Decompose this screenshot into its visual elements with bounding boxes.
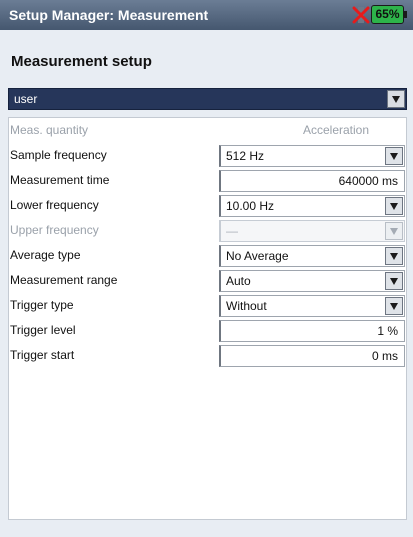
- chevron-down-icon: [390, 228, 398, 235]
- meas-quantity-row: Meas. quantity Acceleration: [9, 118, 406, 143]
- measurement-time-label: Measurement time: [10, 173, 110, 187]
- upper-frequency-dropdown-button: [385, 222, 403, 240]
- trigger-type-label: Trigger type: [10, 298, 74, 312]
- lower-frequency-value: 10.00 Hz: [226, 199, 275, 213]
- profile-dropdown[interactable]: user: [8, 88, 407, 110]
- sample-frequency-row: Sample frequency 512 Hz: [9, 143, 406, 168]
- sample-frequency-value: 512 Hz: [226, 149, 265, 163]
- measurement-range-label: Measurement range: [10, 273, 118, 287]
- title-bar: Setup Manager: Measurement 65%: [0, 0, 413, 30]
- lower-frequency-label: Lower frequency: [10, 198, 99, 212]
- trigger-type-dropdown[interactable]: Without: [219, 295, 405, 317]
- chevron-down-icon: [390, 278, 398, 285]
- trigger-type-value: Without: [226, 299, 267, 313]
- measurement-time-input[interactable]: 640000 ms: [219, 170, 405, 192]
- chevron-down-icon: [390, 203, 398, 210]
- measurement-range-dropdown[interactable]: Auto: [219, 270, 405, 292]
- page-heading: Measurement setup: [11, 53, 152, 70]
- profile-dropdown-button[interactable]: [387, 90, 405, 108]
- average-type-value: No Average: [226, 249, 289, 263]
- measurement-setup-screen: Setup Manager: Measurement 65% Measureme…: [0, 0, 413, 537]
- measurement-time-value: 640000 ms: [338, 174, 398, 188]
- upper-frequency-value: —: [226, 224, 238, 238]
- sample-frequency-label: Sample frequency: [10, 148, 107, 162]
- upper-frequency-label: Upper frequency: [10, 223, 99, 237]
- trigger-start-value: 0 ms: [371, 349, 398, 363]
- lower-frequency-dropdown[interactable]: 10.00 Hz: [219, 195, 405, 217]
- lower-frequency-row: Lower frequency 10.00 Hz: [9, 193, 406, 218]
- profile-selected-label: user: [14, 92, 38, 106]
- power-warning-icon: [352, 6, 370, 24]
- measurement-range-row: Measurement range Auto: [9, 268, 406, 293]
- sample-frequency-dropdown[interactable]: 512 Hz: [219, 145, 405, 167]
- upper-frequency-dropdown: —: [219, 220, 405, 242]
- average-type-dropdown[interactable]: No Average: [219, 245, 405, 267]
- window-title: Setup Manager: Measurement: [9, 7, 209, 23]
- trigger-start-row: Trigger start 0 ms: [9, 343, 406, 368]
- trigger-level-row: Trigger level 1 %: [9, 318, 406, 343]
- meas-quantity-value: Acceleration: [302, 123, 370, 137]
- trigger-level-value: 1 %: [377, 324, 398, 338]
- trigger-level-label: Trigger level: [10, 323, 76, 337]
- measurement-form: Meas. quantity Acceleration Sample frequ…: [8, 117, 407, 520]
- average-type-dropdown-button[interactable]: [385, 247, 403, 265]
- average-type-label: Average type: [10, 248, 81, 262]
- sample-frequency-dropdown-button[interactable]: [385, 147, 403, 165]
- chevron-down-icon: [392, 96, 400, 103]
- battery-indicator: 65%: [371, 5, 407, 24]
- chevron-down-icon: [390, 253, 398, 260]
- trigger-level-input[interactable]: 1 %: [219, 320, 405, 342]
- trigger-type-row: Trigger type Without: [9, 293, 406, 318]
- meas-quantity-label: Meas. quantity: [10, 123, 89, 137]
- upper-frequency-row: Upper frequency —: [9, 218, 406, 243]
- trigger-start-input[interactable]: 0 ms: [219, 345, 405, 367]
- measurement-time-row: Measurement time 640000 ms: [9, 168, 406, 193]
- average-type-row: Average type No Average: [9, 243, 406, 268]
- chevron-down-icon: [390, 153, 398, 160]
- chevron-down-icon: [390, 303, 398, 310]
- trigger-type-dropdown-button[interactable]: [385, 297, 403, 315]
- lower-frequency-dropdown-button[interactable]: [385, 197, 403, 215]
- trigger-start-label: Trigger start: [10, 348, 75, 362]
- measurement-range-value: Auto: [226, 274, 251, 288]
- measurement-range-dropdown-button[interactable]: [385, 272, 403, 290]
